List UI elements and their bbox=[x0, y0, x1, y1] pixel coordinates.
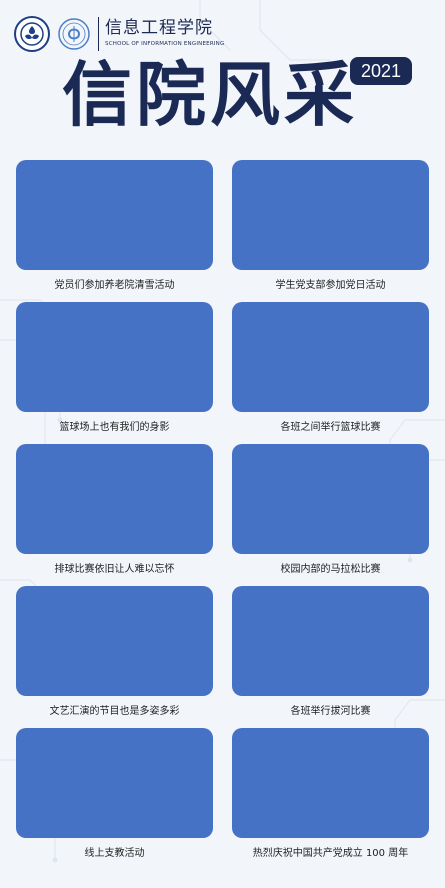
page-title: 信院风采 bbox=[62, 53, 358, 136]
photo-placeholder bbox=[16, 444, 213, 554]
photo-card[interactable]: 线上支教活动 bbox=[16, 728, 213, 859]
photo-caption: 文艺汇演的节目也是多姿多彩 bbox=[49, 706, 180, 717]
photo-card[interactable]: 篮球场上也有我们的身影 bbox=[16, 302, 213, 433]
photo-caption: 各班之间举行篮球比赛 bbox=[280, 422, 381, 433]
photo-card[interactable]: 文艺汇演的节目也是多姿多彩 bbox=[16, 586, 213, 717]
photo-card[interactable]: 热烈庆祝中国共产党成立 100 周年 bbox=[232, 728, 429, 859]
photo-placeholder bbox=[16, 160, 213, 270]
photo-caption: 篮球场上也有我们的身影 bbox=[59, 422, 170, 433]
photo-placeholder bbox=[232, 444, 429, 554]
header-divider bbox=[98, 17, 99, 51]
photo-card[interactable]: 学生党支部参加党日活动 bbox=[232, 160, 429, 291]
photo-card[interactable]: 各班举行拔河比赛 bbox=[232, 586, 429, 717]
photo-placeholder bbox=[232, 302, 429, 412]
header: 信息工程学院 SCHOOL OF INFORMATION ENGINEERING bbox=[14, 14, 224, 54]
photo-caption: 校园内部的马拉松比赛 bbox=[280, 564, 381, 575]
photo-placeholder bbox=[16, 586, 213, 696]
university-logo-icon bbox=[14, 16, 50, 52]
photo-card[interactable]: 各班之间举行篮球比赛 bbox=[232, 302, 429, 433]
photo-placeholder bbox=[232, 728, 429, 838]
photo-placeholder bbox=[16, 728, 213, 838]
year-badge: 2021 bbox=[350, 57, 412, 85]
photo-card[interactable]: 党员们参加养老院清雪活动 bbox=[16, 160, 213, 291]
school-name-en: SCHOOL OF INFORMATION ENGINEERING bbox=[105, 41, 225, 48]
school-name: 信息工程学院 SCHOOL OF INFORMATION ENGINEERING bbox=[105, 20, 224, 48]
photo-caption: 排球比赛依旧让人难以忘怀 bbox=[54, 564, 175, 575]
school-logo-icon bbox=[56, 16, 92, 52]
photo-caption: 各班举行拔河比赛 bbox=[290, 706, 371, 717]
photo-caption: 线上支教活动 bbox=[84, 848, 145, 859]
photo-placeholder bbox=[16, 302, 213, 412]
school-name-cn: 信息工程学院 bbox=[105, 18, 213, 39]
photo-card[interactable]: 排球比赛依旧让人难以忘怀 bbox=[16, 444, 213, 575]
photo-placeholder bbox=[232, 160, 429, 270]
photo-placeholder bbox=[232, 586, 429, 696]
photo-card[interactable]: 校园内部的马拉松比赛 bbox=[232, 444, 429, 575]
photo-caption: 学生党支部参加党日活动 bbox=[275, 280, 386, 291]
photo-caption: 热烈庆祝中国共产党成立 100 周年 bbox=[252, 848, 409, 859]
photo-caption: 党员们参加养老院清雪活动 bbox=[54, 280, 175, 291]
